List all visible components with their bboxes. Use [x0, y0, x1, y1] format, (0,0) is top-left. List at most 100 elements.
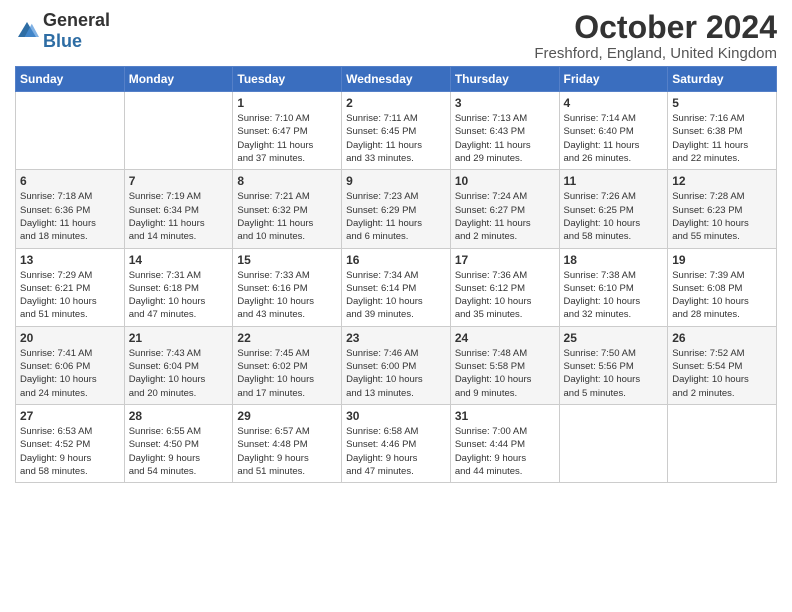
day-detail: Sunrise: 7:24 AM Sunset: 6:27 PM Dayligh… — [455, 190, 555, 243]
weekday-header: Friday — [559, 67, 668, 92]
day-number: 30 — [346, 409, 446, 423]
day-number: 18 — [564, 253, 664, 267]
day-detail: Sunrise: 7:18 AM Sunset: 6:36 PM Dayligh… — [20, 190, 120, 243]
day-detail: Sunrise: 7:16 AM Sunset: 6:38 PM Dayligh… — [672, 112, 772, 165]
header-row: SundayMondayTuesdayWednesdayThursdayFrid… — [16, 67, 777, 92]
day-number: 25 — [564, 331, 664, 345]
calendar-cell: 10 Sunrise: 7:24 AM Sunset: 6:27 PM Dayli… — [450, 170, 559, 248]
calendar-cell: 28 Sunrise: 6:55 AM Sunset: 4:50 PM Dayli… — [124, 404, 233, 482]
calendar-cell: 24Sunrise: 7:48 AM Sunset: 5:58 PM Dayli… — [450, 326, 559, 404]
day-number: 10 — [455, 174, 555, 188]
title-block: October 2024 Freshford, England, United … — [534, 10, 777, 62]
calendar-cell: 30 Sunrise: 6:58 AM Sunset: 4:46 PM Dayli… — [342, 404, 451, 482]
day-number: 27 — [20, 409, 120, 423]
day-number: 2 — [346, 96, 446, 110]
calendar-cell: 16Sunrise: 7:34 AM Sunset: 6:14 PM Dayli… — [342, 248, 451, 326]
day-detail: Sunrise: 7:23 AM Sunset: 6:29 PM Dayligh… — [346, 190, 446, 243]
day-detail: Sunrise: 7:34 AM Sunset: 6:14 PM Dayligh… — [346, 269, 446, 322]
day-number: 7 — [129, 174, 229, 188]
calendar-week-row: 6 Sunrise: 7:18 AM Sunset: 6:36 PM Daylig… — [16, 170, 777, 248]
day-number: 1 — [237, 96, 337, 110]
day-number: 15 — [237, 253, 337, 267]
day-number: 21 — [129, 331, 229, 345]
day-number: 31 — [455, 409, 555, 423]
day-detail: Sunrise: 7:29 AM Sunset: 6:21 PM Dayligh… — [20, 269, 120, 322]
calendar-cell: 23 Sunrise: 7:46 AM Sunset: 6:00 PM Dayli… — [342, 326, 451, 404]
day-detail: Sunrise: 7:46 AM Sunset: 6:00 PM Dayligh… — [346, 347, 446, 400]
day-number: 14 — [129, 253, 229, 267]
calendar-cell: 22 Sunrise: 7:45 AM Sunset: 6:02 PM Dayli… — [233, 326, 342, 404]
calendar-table: SundayMondayTuesdayWednesdayThursdayFrid… — [15, 66, 777, 483]
day-number: 11 — [564, 174, 664, 188]
calendar-cell: 13 Sunrise: 7:29 AM Sunset: 6:21 PM Dayli… — [16, 248, 125, 326]
calendar-cell: 31 Sunrise: 7:00 AM Sunset: 4:44 PM Dayli… — [450, 404, 559, 482]
calendar-week-row: 20 Sunrise: 7:41 AM Sunset: 6:06 PM Dayli… — [16, 326, 777, 404]
day-detail: Sunrise: 7:11 AM Sunset: 6:45 PM Dayligh… — [346, 112, 446, 165]
day-detail: Sunrise: 6:53 AM Sunset: 4:52 PM Dayligh… — [20, 425, 120, 478]
day-detail: Sunrise: 7:36 AM Sunset: 6:12 PM Dayligh… — [455, 269, 555, 322]
weekday-header: Tuesday — [233, 67, 342, 92]
calendar-cell: 4Sunrise: 7:14 AM Sunset: 6:40 PM Daylig… — [559, 92, 668, 170]
calendar-cell: 19Sunrise: 7:39 AM Sunset: 6:08 PM Dayli… — [668, 248, 777, 326]
calendar-cell — [559, 404, 668, 482]
calendar-week-row: 13 Sunrise: 7:29 AM Sunset: 6:21 PM Dayli… — [16, 248, 777, 326]
logo-general: General — [43, 10, 110, 30]
day-detail: Sunrise: 7:43 AM Sunset: 6:04 PM Dayligh… — [129, 347, 229, 400]
day-number: 3 — [455, 96, 555, 110]
calendar-cell: 6 Sunrise: 7:18 AM Sunset: 6:36 PM Daylig… — [16, 170, 125, 248]
day-detail: Sunrise: 7:26 AM Sunset: 6:25 PM Dayligh… — [564, 190, 664, 243]
calendar-cell: 17 Sunrise: 7:36 AM Sunset: 6:12 PM Dayli… — [450, 248, 559, 326]
calendar-cell: 7 Sunrise: 7:19 AM Sunset: 6:34 PM Daylig… — [124, 170, 233, 248]
day-detail: Sunrise: 7:21 AM Sunset: 6:32 PM Dayligh… — [237, 190, 337, 243]
logo-blue: Blue — [43, 31, 82, 51]
calendar-cell — [124, 92, 233, 170]
calendar-cell: 2 Sunrise: 7:11 AM Sunset: 6:45 PM Daylig… — [342, 92, 451, 170]
calendar-cell: 11 Sunrise: 7:26 AM Sunset: 6:25 PM Dayli… — [559, 170, 668, 248]
day-detail: Sunrise: 7:41 AM Sunset: 6:06 PM Dayligh… — [20, 347, 120, 400]
day-number: 12 — [672, 174, 772, 188]
calendar-cell: 8 Sunrise: 7:21 AM Sunset: 6:32 PM Daylig… — [233, 170, 342, 248]
subtitle: Freshford, England, United Kingdom — [534, 45, 777, 62]
day-number: 26 — [672, 331, 772, 345]
calendar-cell — [668, 404, 777, 482]
day-number: 8 — [237, 174, 337, 188]
calendar-cell: 14 Sunrise: 7:31 AM Sunset: 6:18 PM Dayli… — [124, 248, 233, 326]
day-number: 23 — [346, 331, 446, 345]
day-detail: Sunrise: 7:28 AM Sunset: 6:23 PM Dayligh… — [672, 190, 772, 243]
calendar-cell: 25 Sunrise: 7:50 AM Sunset: 5:56 PM Dayli… — [559, 326, 668, 404]
day-detail: Sunrise: 7:45 AM Sunset: 6:02 PM Dayligh… — [237, 347, 337, 400]
day-detail: Sunrise: 7:50 AM Sunset: 5:56 PM Dayligh… — [564, 347, 664, 400]
day-detail: Sunrise: 6:55 AM Sunset: 4:50 PM Dayligh… — [129, 425, 229, 478]
weekday-header: Thursday — [450, 67, 559, 92]
calendar-cell: 29Sunrise: 6:57 AM Sunset: 4:48 PM Dayli… — [233, 404, 342, 482]
day-number: 17 — [455, 253, 555, 267]
day-detail: Sunrise: 7:48 AM Sunset: 5:58 PM Dayligh… — [455, 347, 555, 400]
day-detail: Sunrise: 7:39 AM Sunset: 6:08 PM Dayligh… — [672, 269, 772, 322]
calendar-cell: 26Sunrise: 7:52 AM Sunset: 5:54 PM Dayli… — [668, 326, 777, 404]
day-number: 20 — [20, 331, 120, 345]
day-number: 13 — [20, 253, 120, 267]
calendar-cell: 9Sunrise: 7:23 AM Sunset: 6:29 PM Daylig… — [342, 170, 451, 248]
day-detail: Sunrise: 7:31 AM Sunset: 6:18 PM Dayligh… — [129, 269, 229, 322]
day-detail: Sunrise: 7:13 AM Sunset: 6:43 PM Dayligh… — [455, 112, 555, 165]
logo-icon — [15, 19, 39, 43]
weekday-header: Saturday — [668, 67, 777, 92]
day-detail: Sunrise: 6:58 AM Sunset: 4:46 PM Dayligh… — [346, 425, 446, 478]
day-number: 28 — [129, 409, 229, 423]
day-number: 5 — [672, 96, 772, 110]
calendar-header: SundayMondayTuesdayWednesdayThursdayFrid… — [16, 67, 777, 92]
day-detail: Sunrise: 7:38 AM Sunset: 6:10 PM Dayligh… — [564, 269, 664, 322]
day-number: 6 — [20, 174, 120, 188]
day-detail: Sunrise: 7:00 AM Sunset: 4:44 PM Dayligh… — [455, 425, 555, 478]
page-container: General Blue October 2024 Freshford, Eng… — [0, 0, 792, 488]
day-detail: Sunrise: 7:10 AM Sunset: 6:47 PM Dayligh… — [237, 112, 337, 165]
calendar-cell: 27 Sunrise: 6:53 AM Sunset: 4:52 PM Dayli… — [16, 404, 125, 482]
calendar-cell: 5 Sunrise: 7:16 AM Sunset: 6:38 PM Daylig… — [668, 92, 777, 170]
calendar-cell: 18 Sunrise: 7:38 AM Sunset: 6:10 PM Dayli… — [559, 248, 668, 326]
day-number: 22 — [237, 331, 337, 345]
day-detail: Sunrise: 7:33 AM Sunset: 6:16 PM Dayligh… — [237, 269, 337, 322]
calendar-body: 1 Sunrise: 7:10 AM Sunset: 6:47 PM Daylig… — [16, 92, 777, 483]
calendar-cell — [16, 92, 125, 170]
day-detail: Sunrise: 7:19 AM Sunset: 6:34 PM Dayligh… — [129, 190, 229, 243]
day-detail: Sunrise: 6:57 AM Sunset: 4:48 PM Dayligh… — [237, 425, 337, 478]
